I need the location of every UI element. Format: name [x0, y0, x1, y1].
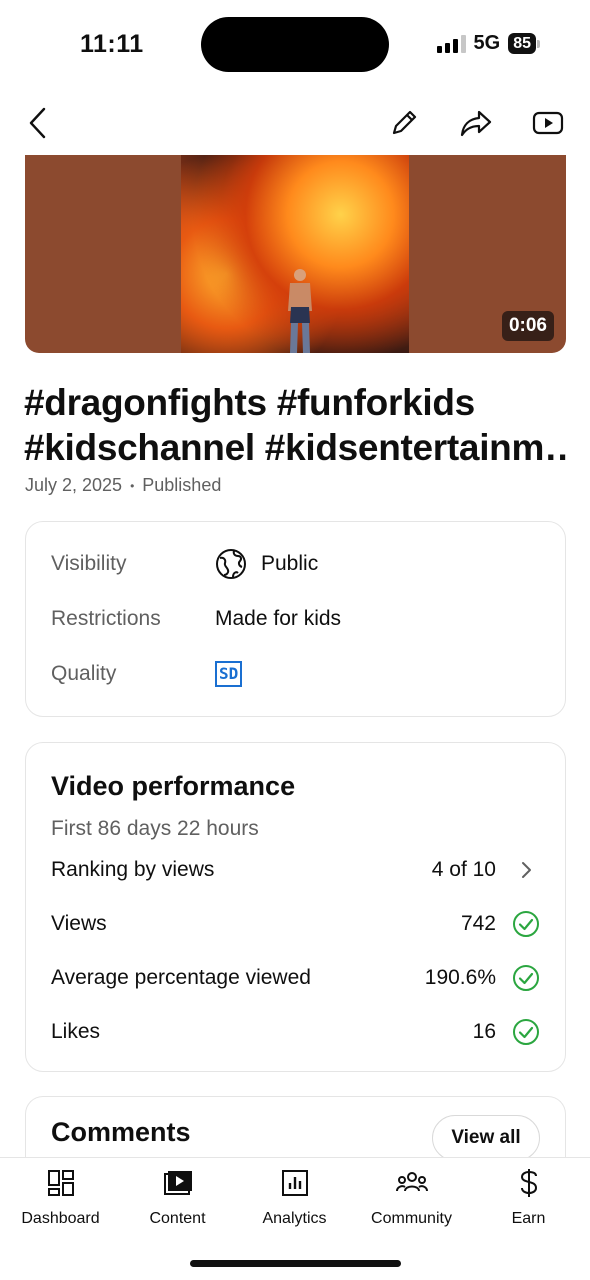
views-label: Views [51, 912, 107, 935]
ranking-value: 4 of 10 [431, 858, 496, 881]
check-circle-icon [512, 964, 540, 992]
chevron-right-icon [512, 856, 540, 884]
dollar-icon [512, 1166, 546, 1200]
share-button[interactable] [456, 103, 496, 143]
edit-button[interactable] [384, 103, 424, 143]
status-bar: 11:11 5G 85 [0, 0, 590, 90]
visibility-label: Visibility [51, 552, 127, 575]
meta-separator: • [130, 478, 135, 493]
tab-content[interactable]: Content [119, 1166, 236, 1236]
video-duration: 0:06 [501, 311, 554, 341]
battery-icon: 85 [508, 33, 540, 54]
restrictions-value: Made for kids [215, 607, 342, 630]
avg-percentage-row: Average percentage viewed 190.6% [51, 958, 540, 998]
tab-label: Analytics [262, 1210, 327, 1227]
network-label: 5G [473, 32, 501, 54]
dashboard-grid-icon [44, 1166, 78, 1200]
thumbnail-image [181, 155, 409, 353]
youtube-play-icon [532, 111, 564, 135]
ranking-row[interactable]: Ranking by views 4 of 10 [51, 850, 540, 890]
tab-earn[interactable]: Earn [470, 1166, 587, 1236]
community-people-icon [395, 1166, 429, 1200]
quality-value: SD [215, 661, 243, 687]
avg-percentage-value: 190.6% [424, 966, 496, 989]
visibility-text: Public [261, 552, 319, 575]
likes-label: Likes [51, 1020, 101, 1043]
watch-on-youtube-button[interactable] [528, 103, 568, 143]
views-row: Views 742 [51, 904, 540, 944]
ranking-label: Ranking by views [51, 858, 215, 881]
sd-quality-badge: SD [215, 661, 243, 687]
signal-icon [436, 34, 466, 53]
check-circle-icon [512, 1018, 540, 1046]
status-time: 11:11 [80, 30, 144, 58]
video-details-card[interactable]: Visibility Public Restrictions Made for … [25, 521, 566, 717]
quality-row: Quality SD [51, 654, 540, 694]
visibility-value: Public [215, 548, 318, 580]
tab-community[interactable]: Community [353, 1166, 470, 1236]
restrictions-label: Restrictions [51, 607, 161, 630]
view-all-comments-button[interactable]: View all [432, 1115, 540, 1161]
video-title-line: #dragonfights #funforkids [24, 382, 475, 423]
tab-label: Earn [511, 1210, 546, 1227]
top-nav [0, 95, 590, 150]
video-title-line: #kidschannel #kidsentertainm… [24, 427, 569, 468]
thumbnail-figure [288, 269, 312, 353]
check-circle-icon [512, 910, 540, 938]
visibility-row: Visibility Public [51, 544, 540, 584]
performance-title: Video performance [51, 771, 296, 801]
pencil-icon [392, 110, 417, 135]
video-meta: July 2, 2025 • Published [25, 475, 221, 496]
likes-row: Likes 16 [51, 1012, 540, 1052]
tab-label: Content [149, 1210, 206, 1227]
battery-level: 85 [508, 33, 536, 54]
video-thumbnail[interactable]: 0:06 [25, 155, 566, 353]
back-chevron-icon [29, 107, 46, 139]
video-title: #dragonfights #funforkids #kidschannel #… [24, 380, 569, 470]
tab-dashboard[interactable]: Dashboard [2, 1166, 119, 1236]
restrictions-row: Restrictions Made for kids [51, 599, 540, 639]
publish-status: Published [142, 475, 222, 495]
back-button[interactable] [18, 103, 58, 143]
share-arrow-icon [460, 110, 492, 137]
analytics-bars-icon [278, 1166, 312, 1200]
likes-value: 16 [472, 1020, 496, 1043]
performance-subtitle: First 86 days 22 hours [51, 817, 259, 840]
avg-percentage-label: Average percentage viewed [51, 966, 311, 989]
views-value: 742 [460, 912, 496, 935]
tab-label: Community [371, 1210, 452, 1227]
publish-date: July 2, 2025 [25, 475, 123, 495]
dynamic-island [201, 17, 389, 72]
comments-title: Comments [51, 1117, 191, 1147]
tab-analytics[interactable]: Analytics [236, 1166, 353, 1236]
content-play-icon [161, 1166, 195, 1200]
home-indicator [190, 1260, 401, 1267]
video-performance-card: Video performance First 86 days 22 hours… [25, 742, 566, 1072]
quality-label: Quality [51, 662, 117, 685]
status-indicators: 5G 85 [436, 32, 540, 55]
tab-label: Dashboard [21, 1210, 100, 1227]
globe-icon [216, 549, 246, 579]
